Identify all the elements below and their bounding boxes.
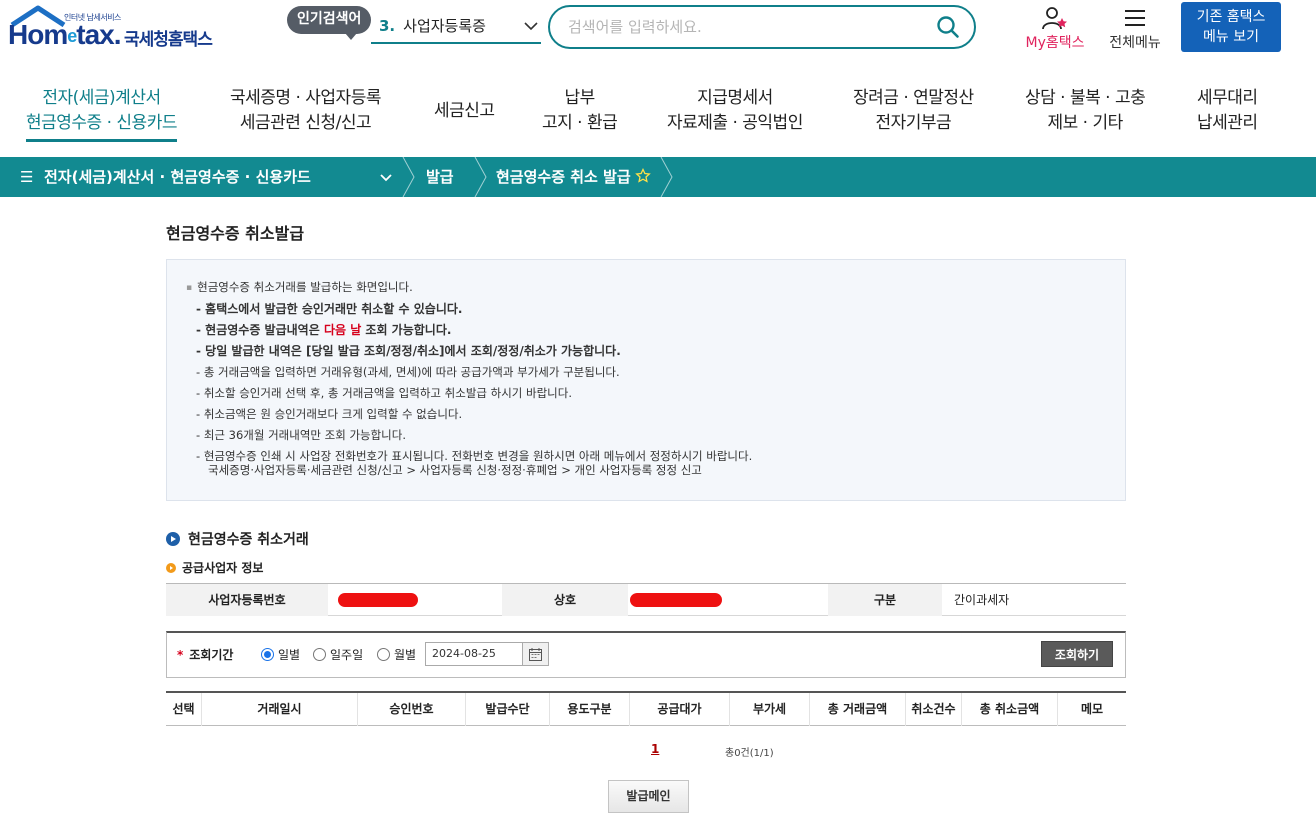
nav-item-payment-statement[interactable]: 지급명세서 자료제출 · 공익법인 [667,86,803,136]
breadcrumb-issue[interactable]: 발급 [426,157,454,197]
period-label: * 조회기간 [177,648,234,662]
guide-note-3: 취소금액은 원 승인거래보다 크게 입력할 수 없습니다. [186,404,1125,425]
guide-bold-2: 현금영수증 발급내역은 다음 날 조회 가능합니다. [186,320,1125,341]
legacy-menu-button[interactable]: 기존 홈택스 메뉴 보기 [1181,2,1281,52]
hamburger-icon: ☰ [20,168,34,186]
search-condition-box: * 조회기간 일별 일주일 월별 2024-08-25 조회하기 [166,631,1126,678]
guide-box: 현금영수증 취소거래를 발급하는 화면입니다. 홈택스에서 발급한 승인거래만 … [166,259,1126,501]
hamburger-menu-icon [1125,10,1145,26]
nav-item-incentive[interactable]: 장려금 · 연말정산 전자기부금 [853,86,974,136]
redacted-mark [630,593,722,607]
location-bar: ☰ 전자(세금)계산서 · 현금영수증 · 신용카드 발급 현금영수증 취소 발급 [0,157,1316,197]
search-box [548,5,976,49]
transaction-table: 선택 거래일시 승인번호 발급수단 용도구분 공급대가 부가세 총 거래금액 취… [166,691,1126,726]
chevron-down-icon[interactable] [378,169,394,185]
main-nav: 전자(세금)계산서 현금영수증 · 신용카드 국세증명 · 사업자등록 세금관련 신… [0,86,1316,142]
pager-total: 총0건(1/1) [725,748,774,759]
radio-icon [313,648,326,661]
date-input[interactable]: 2024-08-25 [425,642,523,666]
col-vat: 부가세 [730,693,810,726]
arrow-circle-icon [166,563,176,573]
supplier-info-table: 사업자등록번호 상호 구분 간이과세자 [166,583,1126,616]
company-name-label: 상호 [502,584,628,616]
favorite-star-icon[interactable] [634,168,651,184]
col-approval-no: 승인번호 [358,693,466,726]
search-icon[interactable] [936,15,960,39]
nav-item-tax-return[interactable]: 세금신고 [434,86,495,136]
popular-search-select[interactable]: 3. 사업자등록증 [371,12,541,44]
sub-section-title: 공급사업자 정보 [166,559,263,576]
col-total-amount: 총 거래금액 [810,693,906,726]
guide-note-1: 총 거래금액을 입력하면 거래유형(과세, 면세)에 따라 공급가액과 부가세가… [186,362,1125,383]
query-button[interactable]: 조회하기 [1041,641,1113,667]
col-select: 선택 [166,693,202,726]
col-issue-method: 발급수단 [466,693,550,726]
breadcrumb-separator-icon [402,157,415,197]
breadcrumb-separator-icon [660,157,673,197]
nav-item-e-invoice[interactable]: 전자(세금)계산서 현금영수증 · 신용카드 [26,86,177,142]
user-icon [1042,7,1067,30]
logo-wordmark: Hometax. [8,19,122,50]
guide-note-5-path: 국세증명·사업자등록·세금관련 신청/신고 > 사업자등록 신청·정정·휴폐업 … [208,463,702,477]
company-name-value [628,584,828,616]
radio-weekly[interactable]: 일주일 [313,646,363,663]
guide-head: 현금영수증 취소거래를 발급하는 화면입니다. [186,277,1125,299]
issue-main-button[interactable]: 발급메인 [608,780,689,813]
popular-term: 사업자등록증 [403,17,486,35]
col-supply-amount: 공급대가 [630,693,730,726]
arrow-circle-icon [166,532,180,546]
popular-rank: 3. [379,17,396,35]
guide-note-2: 취소할 승인거래 선택 후, 총 거래금액을 입력하고 취소발급 하시기 바랍니… [186,383,1125,404]
breadcrumb-current: 현금영수증 취소 발급 [496,157,651,197]
location-menu[interactable]: ☰ 전자(세금)계산서 · 현금영수증 · 신용카드 [20,157,311,197]
calendar-icon [529,648,542,661]
type-value: 간이과세자 [954,593,1010,607]
logo-korean-name: 국세청홈택스 [124,30,213,50]
col-cancel-count: 취소건수 [906,693,962,726]
popular-search-badge: 인기검색어 [287,6,372,40]
section-title: 현금영수증 취소거래 [166,529,309,549]
radio-monthly[interactable]: 월별 [377,646,416,663]
nav-item-consult[interactable]: 상담 · 불복 · 고충 제보 · 기타 [1025,86,1146,136]
search-input[interactable] [568,15,918,39]
col-usage-type: 용도구분 [550,693,630,726]
my-hometax-button[interactable]: My홈택스 [1020,6,1090,52]
redacted-mark [338,593,418,607]
type-label: 구분 [828,584,942,616]
nav-item-tax-agent[interactable]: 세무대리 납세관리 [1197,86,1258,136]
radio-checked-icon [261,648,274,661]
hometax-logo[interactable]: 인터넷 납세서비스 Hometax. 국세청홈택스 [8,5,223,51]
pager-page-1[interactable]: 1 [651,742,659,756]
col-cancel-amount: 총 취소금액 [962,693,1058,726]
breadcrumb-separator-icon [474,157,487,197]
col-memo: 메모 [1080,702,1104,716]
nav-item-payment[interactable]: 납부 고지 · 환급 [542,86,618,136]
reg-no-value [328,584,502,616]
radio-icon [377,648,390,661]
col-datetime: 거래일시 [202,693,358,726]
guide-note-4: 최근 36개월 거래내역만 조회 가능합니다. [186,425,1125,446]
reg-no-label: 사업자등록번호 [166,584,328,616]
all-menu-button[interactable]: 전체메뉴 [1104,6,1166,52]
guide-bold-3: 당일 발급한 내역은 [당일 발급 조회/정정/취소]에서 조회/정정/취소가 … [186,341,1125,362]
chevron-down-icon [524,22,538,31]
all-menu-label: 전체메뉴 [1109,35,1161,51]
my-hometax-label: My홈택스 [1025,35,1085,51]
calendar-button[interactable] [523,642,549,666]
radio-daily[interactable]: 일별 [261,646,300,663]
page-title: 현금영수증 취소발급 [166,224,305,243]
nav-item-certificate[interactable]: 국세증명 · 사업자등록 세금관련 신청/신고 [230,86,381,136]
guide-bold-1: 홈택스에서 발급한 승인거래만 취소할 수 있습니다. [186,299,1125,320]
